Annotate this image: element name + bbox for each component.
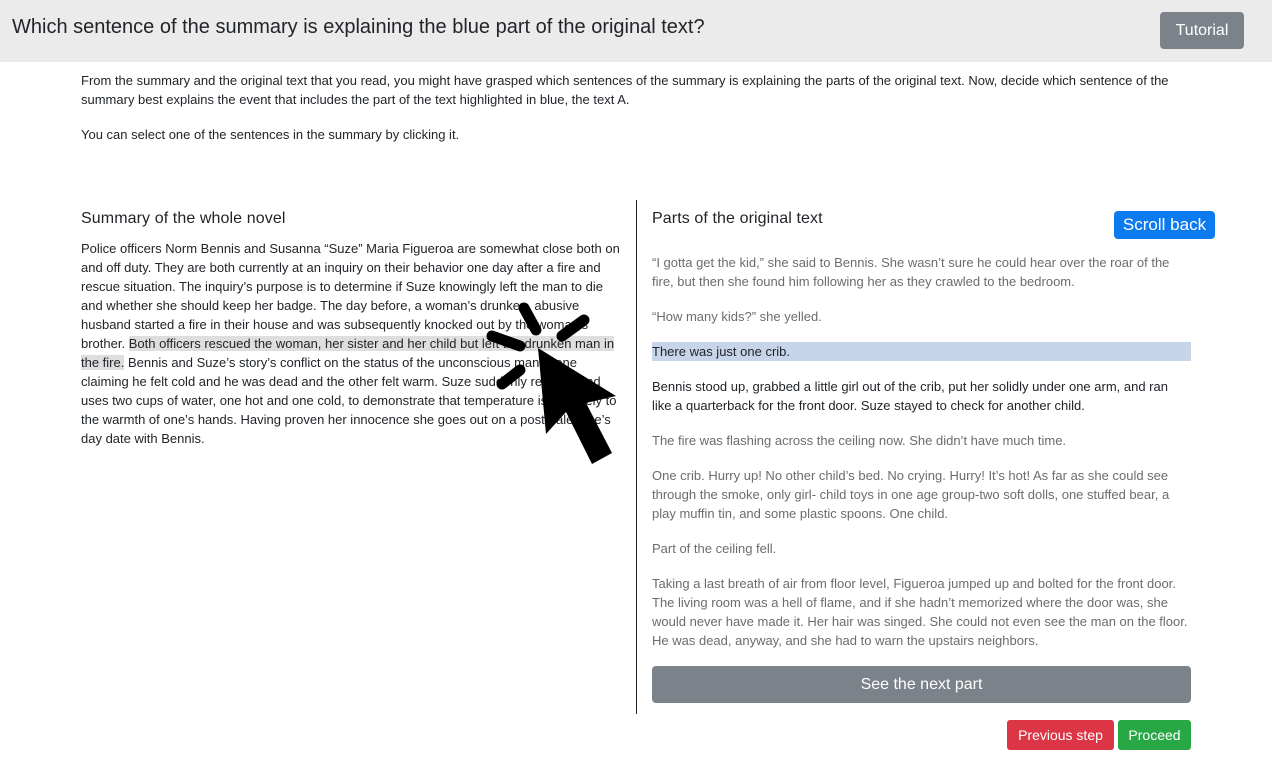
original-paragraph-4: Bennis stood up, grabbed a little girl o… bbox=[652, 379, 1168, 413]
original-paragraph-highlighted: There was just one crib. bbox=[652, 342, 1191, 361]
original-paragraph-7: Part of the ceiling fell. bbox=[652, 541, 777, 556]
summary-heading: Summary of the whole novel bbox=[81, 210, 286, 227]
instructions-paragraph-2: You can select one of the sentences in t… bbox=[81, 127, 460, 142]
see-next-part-button[interactable]: See the next part bbox=[652, 666, 1191, 703]
original-text-body: “I gotta get the kid,” she said to Benni… bbox=[652, 253, 1191, 666]
summary-text: Police officers Norm Bennis and Susanna … bbox=[81, 239, 626, 448]
previous-step-button[interactable]: Previous step bbox=[1007, 720, 1114, 750]
instructions-paragraph-1: From the summary and the original text t… bbox=[81, 73, 1169, 107]
proceed-button[interactable]: Proceed bbox=[1118, 720, 1191, 750]
tutorial-button[interactable]: Tutorial bbox=[1160, 12, 1244, 49]
instructions: From the summary and the original text t… bbox=[81, 71, 1193, 160]
original-text-panel: Parts of the original text bbox=[652, 208, 1191, 230]
column-divider bbox=[636, 200, 637, 714]
top-bar: Which sentence of the summary is explain… bbox=[0, 0, 1272, 62]
original-paragraph-5: The fire was flashing across the ceiling… bbox=[652, 433, 1067, 448]
original-paragraph-6: One crib. Hurry up! No other child’s bed… bbox=[652, 468, 1170, 521]
original-paragraph-1: “I gotta get the kid,” she said to Benni… bbox=[652, 255, 1170, 289]
summary-panel: Summary of the whole novel Police office… bbox=[81, 208, 626, 448]
original-text-heading: Parts of the original text bbox=[652, 210, 823, 227]
scroll-back-button[interactable]: Scroll back bbox=[1114, 211, 1215, 239]
page-title: Which sentence of the summary is explain… bbox=[12, 16, 705, 38]
original-paragraph-2: “How many kids?” she yelled. bbox=[652, 309, 822, 324]
original-paragraph-8: Taking a last breath of air from floor l… bbox=[652, 576, 1188, 648]
